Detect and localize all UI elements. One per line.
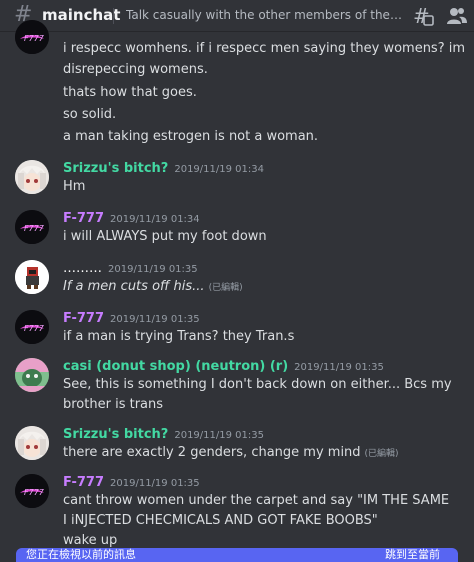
svg-text:F777: F777 [24,34,45,43]
message-line: See, this is something I don't back down… [63,377,452,392]
message-text: If a men cuts off his... [63,279,205,294]
avatar[interactable]: F777 [15,310,49,344]
message-line: there are exactly 2 genders, change my m… [63,444,399,463]
message-line: i will ALWAYS put my foot down [63,229,267,244]
message-header: F-777 2019/11/19 01:35 [63,308,200,329]
message-line: brother is trans [63,397,164,412]
svg-text:F777: F777 [24,324,45,333]
message-line: i respecc womhens. if i respecc men sayi… [63,41,466,56]
edited-label: (已編輯) [208,283,243,293]
avatar[interactable]: F777 [15,20,49,54]
message-line: thats how that goes. [63,85,197,100]
message-header: ……… 2019/11/19 01:35 [63,258,198,279]
timestamp[interactable]: 2019/11/19 01:35 [110,478,200,489]
username[interactable]: F-777 [63,475,104,490]
svg-text:F777: F777 [24,224,45,233]
svg-text:F777: F777 [24,488,45,497]
timestamp[interactable]: 2019/11/19 01:35 [108,264,198,275]
timestamp[interactable]: 2019/11/19 01:35 [294,362,384,373]
edited-label: (已編輯) [364,449,399,459]
avatar[interactable] [15,160,49,194]
message-line: a man taking estrogen is not a woman. [63,129,319,144]
avatar[interactable]: F777 [15,474,49,508]
timestamp[interactable]: 2019/11/19 01:35 [174,430,264,441]
channel-name[interactable]: mainchat [42,6,120,24]
avatar[interactable] [15,426,49,460]
timestamp[interactable]: 2019/11/19 01:34 [110,214,200,225]
avatar[interactable] [15,260,49,294]
username[interactable]: casi (donut shop) (neutron) (r) [63,359,288,374]
avatar[interactable]: F777 [15,210,49,244]
username[interactable]: F-777 [63,211,104,226]
avatar[interactable] [15,358,49,392]
threads-icon[interactable]: # [412,4,434,31]
channel-topic[interactable]: Talk casually with the other members of … [126,6,402,24]
message-line: disrepeccing womens. [63,62,208,77]
timestamp[interactable]: 2019/11/19 01:35 [110,314,200,325]
message-header: Srizzu's bitch? 2019/11/19 01:34 [63,158,264,179]
message-line: Hm [63,179,86,194]
message-line: cant throw women under the carpet and sa… [63,493,450,508]
username[interactable]: Srizzu's bitch? [63,427,168,442]
viewing-older-messages-label: 您正在檢視以前的訊息 [26,548,136,561]
message-text: there are exactly 2 genders, change my m… [63,445,361,460]
message-list: F777 i respecc womhens. if i respecc men… [0,20,474,560]
message-header: F-777 2019/11/19 01:35 [63,472,200,493]
message-line: if a man is trying Trans? they Tran.s [63,329,295,344]
username[interactable]: ……… [63,261,102,276]
timestamp[interactable]: 2019/11/19 01:34 [174,164,264,175]
message-line: I iNJECTED CHECMICALS AND GOT FAKE BOOBS… [63,513,378,528]
message-line: so solid. [63,107,117,122]
jump-to-present-button[interactable]: 跳到至當前 [385,549,440,561]
message-header: Srizzu's bitch? 2019/11/19 01:35 [63,424,264,445]
username[interactable]: Srizzu's bitch? [63,161,168,176]
channel-header: # mainchat Talk casually with the other … [0,0,474,32]
header-divider [113,8,114,24]
message-line: If a men cuts off his... (已編輯) [63,278,243,297]
username[interactable]: F-777 [63,311,104,326]
message-header: casi (donut shop) (neutron) (r) 2019/11/1… [63,356,384,377]
message-header: F-777 2019/11/19 01:34 [63,208,200,229]
members-icon[interactable] [446,5,468,31]
